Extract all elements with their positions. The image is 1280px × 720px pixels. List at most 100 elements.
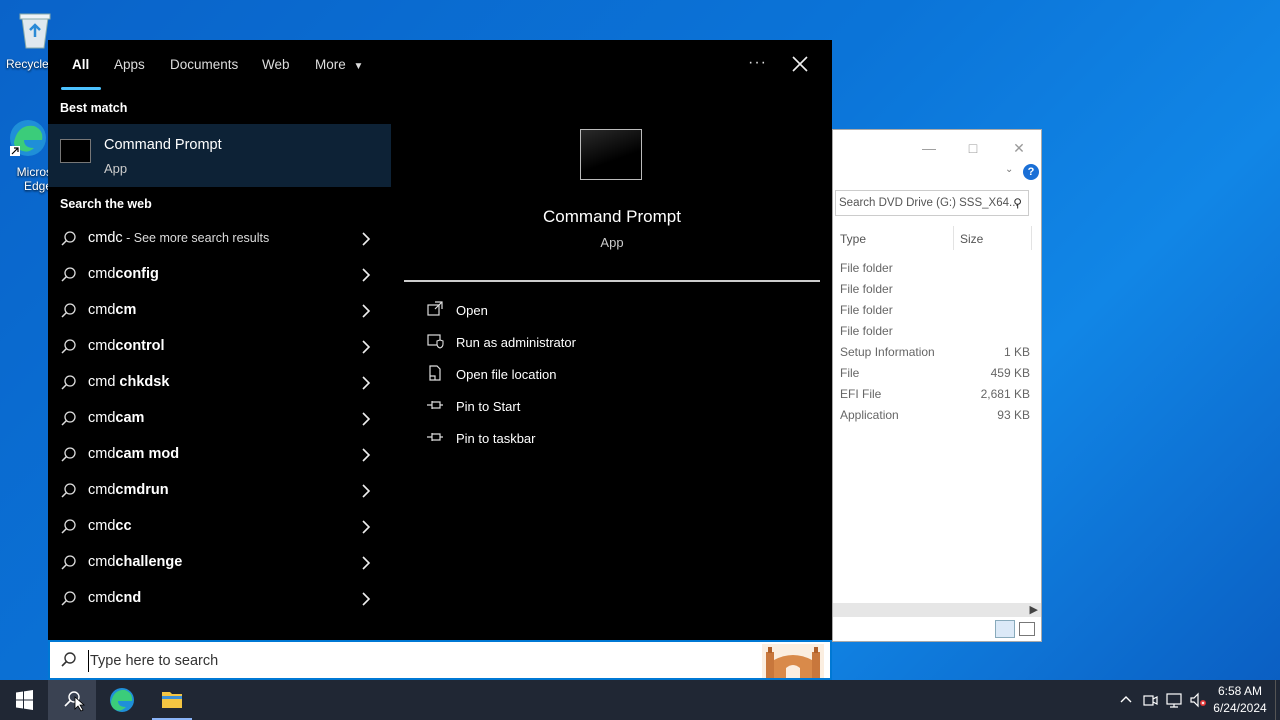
best-match-heading: Best match bbox=[60, 101, 128, 115]
file-type: EFI File bbox=[840, 387, 882, 401]
pin-to-start-action[interactable]: Pin to Start bbox=[426, 392, 726, 420]
search-web-heading: Search the web bbox=[60, 197, 152, 211]
web-search-result[interactable]: cmdc - See more search results bbox=[48, 221, 391, 257]
open-file-location-action[interactable]: Open file location bbox=[426, 360, 726, 388]
web-search-result[interactable]: cmdcontrol bbox=[48, 329, 391, 365]
taskbar: 6:58 AM 6/24/2024 bbox=[0, 680, 1280, 720]
horizontal-scrollbar[interactable]: ▶ bbox=[833, 603, 1041, 617]
query-prefix: cmd bbox=[88, 590, 116, 606]
close-icon[interactable]: ✕ bbox=[1007, 136, 1031, 160]
file-type: File folder bbox=[840, 282, 893, 296]
web-search-result[interactable]: cmdcc bbox=[48, 509, 391, 545]
file-explorer-window[interactable]: — □ ✕ ⌄ ? Search DVD Drive (G:) SSS_X64.… bbox=[832, 129, 1042, 642]
query-prefix: cmd bbox=[88, 374, 116, 390]
tab-documents[interactable]: Documents bbox=[170, 57, 238, 72]
file-row[interactable]: File folder bbox=[840, 303, 1030, 324]
search-input[interactable] bbox=[88, 650, 688, 672]
taskbar-edge-button[interactable] bbox=[98, 680, 146, 720]
column-divider[interactable] bbox=[1031, 226, 1032, 250]
chevron-right-icon[interactable] bbox=[358, 519, 374, 535]
web-result-label: cmdc - See more search results bbox=[88, 230, 269, 246]
caret-down-icon: ▼ bbox=[353, 61, 364, 72]
chevron-right-icon[interactable] bbox=[358, 303, 374, 319]
web-search-result[interactable]: cmdcnd bbox=[48, 581, 391, 617]
query-suggestion: config bbox=[115, 266, 159, 282]
help-icon[interactable]: ? bbox=[1023, 164, 1039, 180]
file-size: 1 KB bbox=[1003, 345, 1030, 359]
web-search-result[interactable]: cmdconfig bbox=[48, 257, 391, 293]
minimize-icon[interactable]: — bbox=[917, 136, 941, 160]
web-result-label: cmdcm bbox=[88, 302, 136, 318]
pin-icon bbox=[427, 433, 443, 441]
system-clock[interactable]: 6:58 AM 6/24/2024 bbox=[1208, 683, 1272, 717]
chevron-up-icon[interactable] bbox=[1116, 690, 1136, 710]
file-size: 459 KB bbox=[990, 366, 1030, 380]
large-icons-view-icon[interactable] bbox=[1019, 622, 1035, 636]
chevron-right-icon[interactable] bbox=[358, 591, 374, 607]
network-icon[interactable] bbox=[1164, 690, 1184, 710]
edge-icon bbox=[110, 688, 134, 712]
web-search-result[interactable]: cmdcam bbox=[48, 401, 391, 437]
column-divider[interactable] bbox=[953, 226, 954, 250]
tab-more[interactable]: More ▼ bbox=[315, 57, 363, 72]
file-row[interactable]: File folder bbox=[840, 261, 1030, 282]
search-icon bbox=[61, 267, 76, 282]
scroll-right-icon[interactable]: ▶ bbox=[1030, 603, 1038, 616]
pin-to-taskbar-action[interactable]: Pin to taskbar bbox=[426, 424, 726, 452]
show-desktop-button[interactable] bbox=[1275, 680, 1280, 720]
meet-now-icon[interactable] bbox=[1140, 690, 1160, 710]
taskbar-search-button[interactable] bbox=[48, 680, 96, 720]
search-input[interactable]: Search DVD Drive (G:) SSS_X64... ⚲ bbox=[835, 190, 1029, 216]
file-row[interactable]: EFI File 2,681 KB bbox=[840, 387, 1030, 408]
action-label: Pin to Start bbox=[456, 399, 521, 414]
volume-muted-icon[interactable] bbox=[1188, 690, 1208, 710]
taskbar-search-box[interactable] bbox=[48, 640, 832, 680]
web-search-result[interactable]: cmdcm bbox=[48, 293, 391, 329]
chevron-right-icon[interactable] bbox=[358, 231, 374, 247]
run-as-administrator-action[interactable]: Run as administrator bbox=[426, 328, 726, 356]
tab-all[interactable]: All bbox=[72, 57, 89, 72]
preview-divider bbox=[404, 280, 820, 282]
file-row[interactable]: File folder bbox=[840, 282, 1030, 303]
file-row[interactable]: File folder bbox=[840, 324, 1030, 345]
close-icon[interactable] bbox=[788, 52, 812, 76]
active-tab-indicator bbox=[61, 87, 101, 90]
open-action[interactable]: Open bbox=[426, 296, 726, 324]
query-prefix: cmd bbox=[88, 302, 116, 318]
search-icon bbox=[61, 375, 76, 390]
chevron-right-icon[interactable] bbox=[358, 339, 374, 355]
tab-web[interactable]: Web bbox=[262, 57, 290, 72]
start-button[interactable] bbox=[0, 680, 48, 720]
web-search-result[interactable]: cmdcam mod bbox=[48, 437, 391, 473]
chevron-right-icon[interactable] bbox=[358, 267, 374, 283]
web-result-label: cmdcam bbox=[88, 410, 144, 426]
web-result-label: cmdcam mod bbox=[88, 446, 179, 462]
maximize-icon[interactable]: □ bbox=[961, 136, 985, 160]
web-search-result[interactable]: cmd chkdsk bbox=[48, 365, 391, 401]
best-match-result[interactable]: Command Prompt App bbox=[48, 124, 391, 187]
chevron-right-icon[interactable] bbox=[358, 375, 374, 391]
file-size: 2,681 KB bbox=[980, 387, 1030, 401]
chevron-down-icon[interactable]: ⌄ bbox=[1005, 164, 1013, 175]
edge-icon bbox=[10, 120, 46, 156]
file-row[interactable]: Application 93 KB bbox=[840, 408, 1030, 429]
web-search-result[interactable]: cmdchallenge bbox=[48, 545, 391, 581]
search-icon bbox=[61, 519, 76, 534]
column-header-size[interactable]: Size bbox=[960, 232, 983, 246]
file-row[interactable]: Setup Information 1 KB bbox=[840, 345, 1030, 366]
taskbar-file-explorer-button[interactable] bbox=[148, 680, 196, 720]
more-options-icon[interactable]: ··· bbox=[748, 54, 767, 72]
tab-apps[interactable]: Apps bbox=[114, 57, 145, 72]
chevron-right-icon[interactable] bbox=[358, 483, 374, 499]
file-type: File bbox=[840, 366, 860, 380]
details-view-icon[interactable] bbox=[995, 620, 1015, 638]
chevron-right-icon[interactable] bbox=[358, 411, 374, 427]
web-search-result[interactable]: cmdcmdrun bbox=[48, 473, 391, 509]
chevron-right-icon[interactable] bbox=[358, 447, 374, 463]
column-header-type[interactable]: Type bbox=[840, 232, 866, 246]
query-prefix: cmd bbox=[88, 482, 116, 498]
file-row[interactable]: File 459 KB bbox=[840, 366, 1030, 387]
chevron-right-icon[interactable] bbox=[358, 555, 374, 571]
search-icon bbox=[61, 231, 76, 246]
search-placeholder: Search DVD Drive (G:) SSS_X64... bbox=[839, 197, 1019, 209]
